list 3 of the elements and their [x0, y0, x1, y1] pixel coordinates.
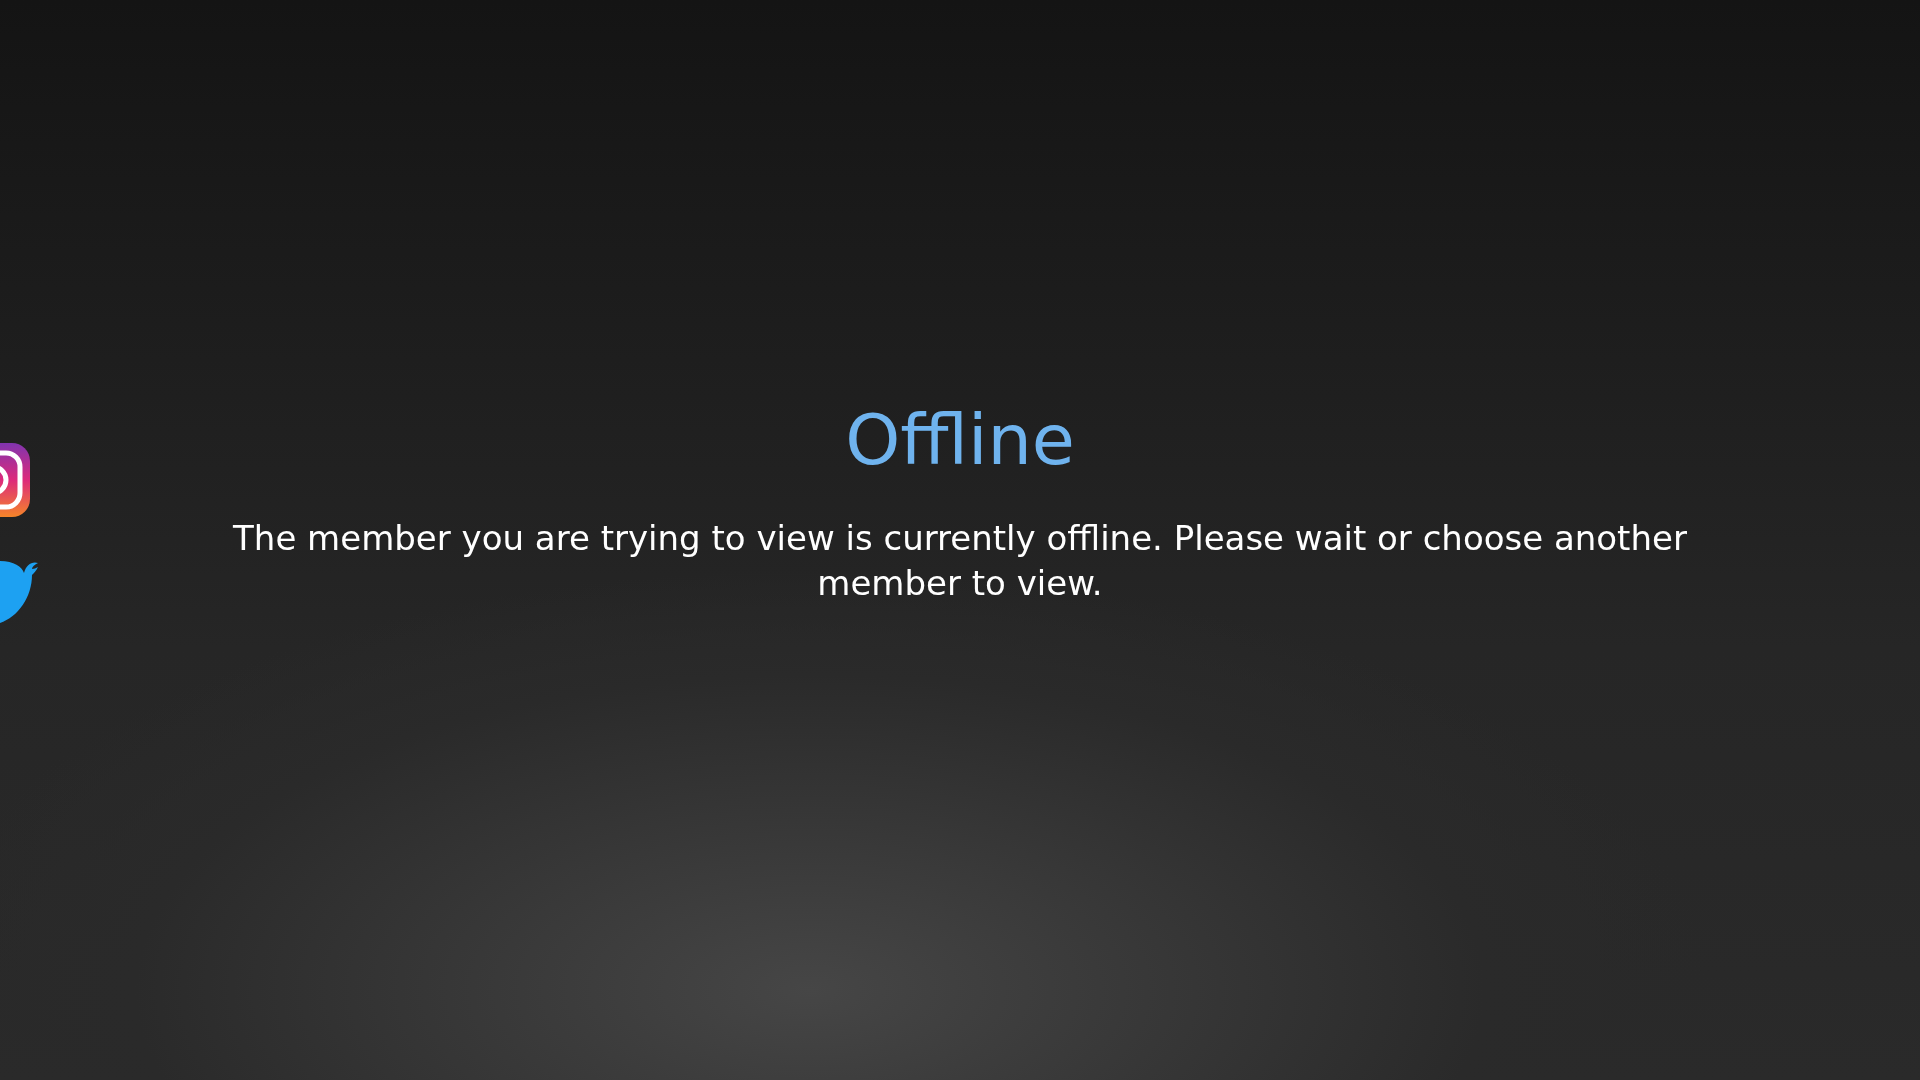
- status-title: Offline: [845, 398, 1075, 483]
- instagram-icon[interactable]: [0, 443, 30, 517]
- status-message: The member you are trying to view is currently offline. Please wait or choose another member to view.: [232, 517, 1688, 605]
